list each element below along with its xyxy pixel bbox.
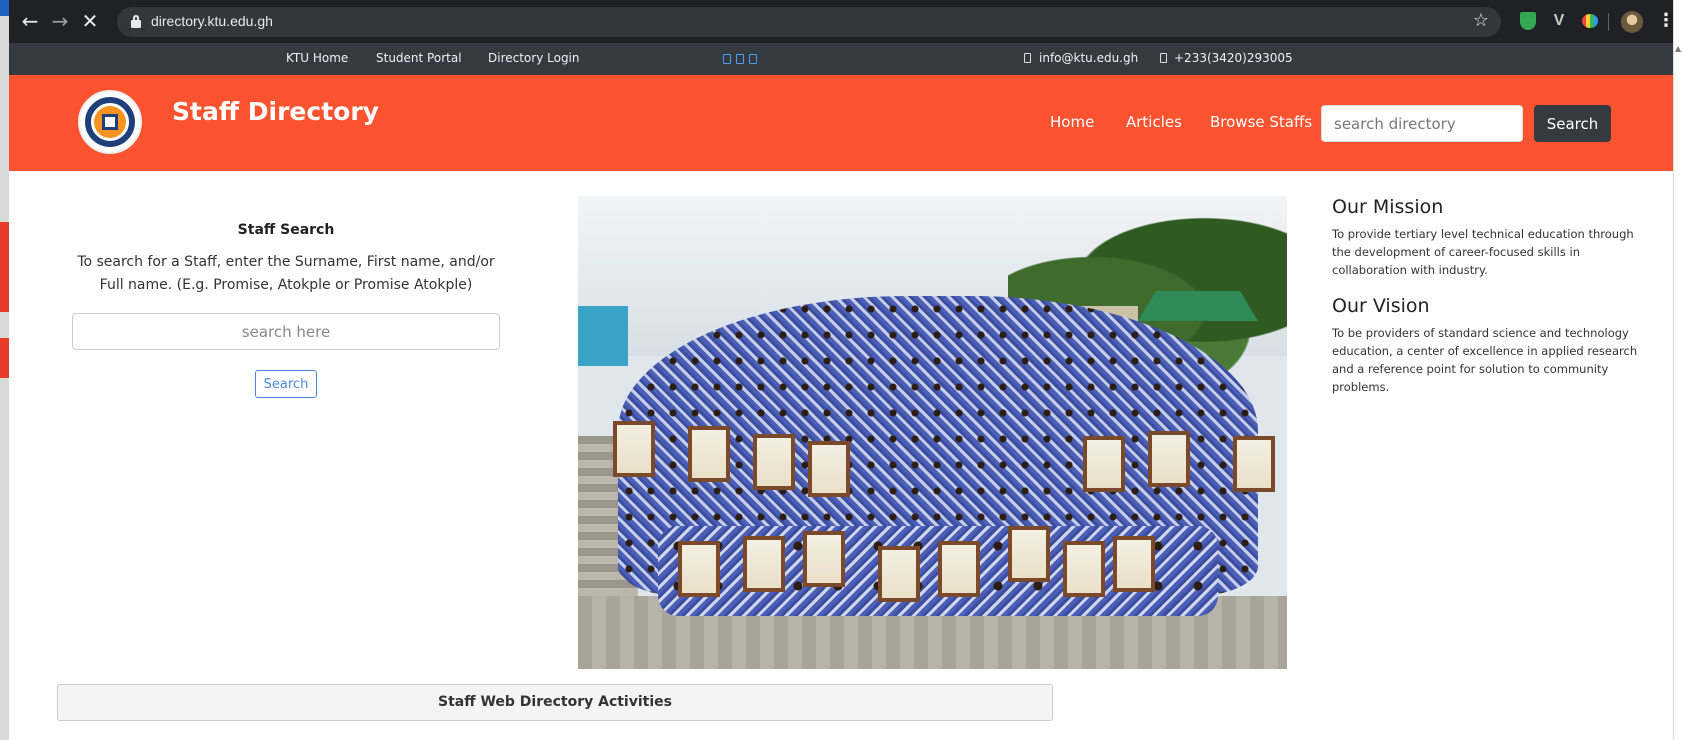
nav-home[interactable]: Home — [1050, 113, 1094, 131]
contact-phone[interactable]: +233(3420)293005 — [1174, 51, 1293, 65]
staff-group-photo — [578, 196, 1287, 669]
site-header: Staff Directory Home Articles Browse Sta… — [9, 75, 1673, 171]
link-ktu-home[interactable]: KTU Home — [286, 51, 348, 65]
link-directory-login[interactable]: Directory Login — [488, 51, 580, 65]
link-student-portal[interactable]: Student Portal — [376, 51, 462, 65]
url-text: directory.ktu.edu.gh — [151, 13, 273, 29]
star-icon[interactable]: ☆ — [1473, 10, 1489, 31]
university-logo[interactable] — [78, 90, 142, 154]
address-bar[interactable]: directory.ktu.edu.gh ☆ — [117, 7, 1501, 37]
profile-avatar[interactable] — [1621, 11, 1643, 33]
envelope-icon — [1024, 53, 1031, 63]
arrow-right-icon[interactable]: → — [47, 8, 73, 34]
header-search-button[interactable]: Search — [1534, 105, 1611, 142]
top-info-bar: KTU Home Student Portal Directory Login … — [9, 43, 1673, 75]
mission-text: To provide tertiary level technical educ… — [1332, 227, 1634, 277]
mission-heading: Our Mission — [1332, 196, 1444, 218]
staff-search-title: Staff Search — [237, 222, 335, 238]
activities-panel-header[interactable]: Staff Web Directory Activities — [57, 684, 1053, 721]
facebook-icon[interactable] — [723, 54, 731, 64]
staff-search-description: To search for a Staff, enter the Surname… — [77, 254, 495, 293]
scrollbar[interactable]: ▲ — [1673, 0, 1683, 740]
nav-articles[interactable]: Articles — [1126, 113, 1182, 131]
vision-text: To be providers of standard science and … — [1332, 326, 1638, 394]
linkedin-icon[interactable] — [749, 54, 757, 64]
nav-browse-staffs[interactable]: Browse Staffs — [1210, 113, 1312, 131]
close-icon[interactable]: ✕ — [77, 8, 103, 34]
staff-search-button[interactable]: Search — [255, 370, 317, 398]
contact-email[interactable]: info@ktu.edu.gh — [1039, 51, 1138, 65]
site-title[interactable]: Staff Directory — [172, 97, 379, 126]
directory-search-input[interactable] — [1321, 105, 1523, 142]
phone-icon — [1160, 53, 1167, 63]
v-extension-icon[interactable]: V — [1549, 11, 1569, 31]
staff-search-input[interactable] — [72, 313, 500, 350]
lock-icon — [131, 15, 141, 28]
twitter-icon[interactable] — [736, 54, 744, 64]
toolbar-divider — [1608, 13, 1609, 31]
browser-toolbar: ← → ✕ directory.ktu.edu.gh ☆ V ⋮ — [9, 0, 1675, 43]
background-window-edge — [0, 0, 9, 740]
scroll-up-icon[interactable]: ▲ — [1675, 44, 1681, 53]
arrow-left-icon[interactable]: ← — [17, 8, 43, 34]
shield-extension-icon[interactable] — [1518, 11, 1538, 31]
vision-heading: Our Vision — [1332, 295, 1430, 317]
color-extension-icon[interactable] — [1580, 11, 1600, 31]
